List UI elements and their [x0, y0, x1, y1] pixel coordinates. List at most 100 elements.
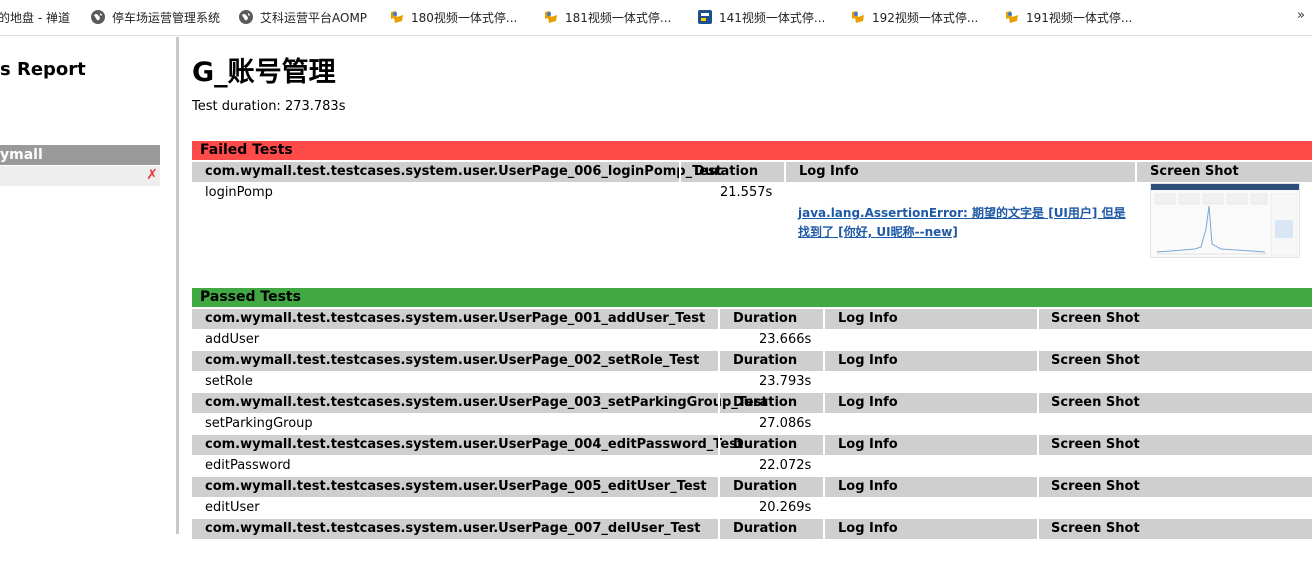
passed-class-header: com.wymall.test.testcases.system.user.Us… — [192, 393, 1312, 413]
sidebar — [0, 37, 176, 534]
class-name: com.wymall.test.testcases.system.user.Us… — [205, 479, 707, 494]
passed-class-header: com.wymall.test.testcases.system.user.Us… — [192, 351, 1312, 371]
column-divider — [718, 351, 720, 371]
failed-class-header: com.wymall.test.testcases.system.user.Us… — [192, 162, 1312, 182]
test-method: editUser — [205, 500, 260, 515]
column-divider — [1037, 309, 1039, 329]
screenshot-header: Screen Shot — [1051, 521, 1140, 536]
column-divider — [1135, 162, 1137, 182]
log-info-header: Log Info — [838, 395, 898, 410]
column-divider — [823, 477, 825, 497]
test-method: addUser — [205, 332, 260, 347]
column-divider — [1037, 393, 1039, 413]
bookmark-icon — [391, 11, 403, 23]
column-divider — [823, 519, 825, 539]
bookmark-label: 192视频一体式停... — [872, 11, 979, 25]
log-info-header: Log Info — [838, 311, 898, 326]
column-divider — [823, 435, 825, 455]
globe-icon — [239, 10, 253, 24]
page-title: G_账号管理 — [192, 57, 336, 88]
duration-header: Duration — [733, 311, 798, 326]
assertion-error-link[interactable]: java.lang.AssertionError: 期望的文字是 [UI用户] … — [798, 204, 1133, 242]
class-name: com.wymall.test.testcases.system.user.Us… — [205, 437, 744, 452]
bookmarks-overflow-chevron-icon[interactable]: » — [1297, 8, 1305, 23]
globe-icon — [91, 10, 105, 24]
test-method: editPassword — [205, 458, 291, 473]
bookmark-item[interactable]: 192视频一体式停... — [850, 9, 978, 27]
sidebar-test-item[interactable]: ✗ — [0, 166, 160, 186]
duration-header: Duration — [733, 437, 798, 452]
bookmark-label: 停车场运营管理系统 — [112, 11, 221, 25]
bookmark-item[interactable]: 180视频一体式停... — [389, 9, 517, 27]
column-divider — [784, 162, 786, 182]
duration-header: Duration — [733, 521, 798, 536]
duration-header: Duration — [733, 479, 798, 494]
column-divider — [718, 477, 720, 497]
passed-test-row — [192, 539, 1312, 561]
passed-class-header: com.wymall.test.testcases.system.user.Us… — [192, 477, 1312, 497]
test-duration-value: 22.072s — [759, 458, 812, 473]
column-divider — [718, 519, 720, 539]
failed-test-row: loginPomp 21.557s — [192, 182, 1312, 204]
passed-test-row: setParkingGroup 27.086s — [192, 413, 1312, 435]
log-info-header: Log Info — [838, 437, 898, 452]
sidebar-suite-header[interactable]: ymall — [0, 145, 160, 165]
bookmark-item[interactable]: 艾科运营平台AOMP — [238, 9, 367, 27]
failure-screenshot-thumbnail[interactable] — [1150, 183, 1300, 258]
screenshot-preview-image — [1151, 184, 1299, 257]
column-divider — [679, 162, 681, 182]
class-name: com.wymall.test.testcases.system.user.Us… — [205, 353, 700, 368]
column-divider — [823, 393, 825, 413]
column-divider — [1037, 435, 1039, 455]
bookmark-item[interactable]: 141视频一体式停... — [697, 9, 825, 27]
test-duration-value: 23.666s — [759, 332, 812, 347]
sidebar-divider[interactable] — [176, 37, 179, 534]
duration-header: Duration — [733, 353, 798, 368]
column-divider — [823, 309, 825, 329]
sidebar-title: s Report — [0, 59, 86, 80]
fail-mark-icon: ✗ — [146, 167, 158, 183]
test-duration-value: 21.557s — [720, 185, 773, 200]
test-duration-value: 23.793s — [759, 374, 812, 389]
bookmark-label: 141视频一体式停... — [719, 11, 826, 25]
duration-header: Duration — [694, 164, 759, 179]
column-divider — [718, 393, 720, 413]
bookmark-icon — [1006, 11, 1018, 23]
passed-test-row: setRole 23.793s — [192, 371, 1312, 393]
log-info-header: Log Info — [838, 521, 898, 536]
screenshot-header: Screen Shot — [1051, 311, 1140, 326]
passed-test-row: editUser 20.269s — [192, 497, 1312, 519]
app-icon — [698, 10, 712, 24]
test-duration-value: 27.086s — [759, 416, 812, 431]
log-info-header: Log Info — [838, 353, 898, 368]
column-divider — [718, 309, 720, 329]
bookmark-item[interactable]: 停车场运营管理系统 — [90, 9, 220, 27]
bookmark-item[interactable]: 的地盘 - 禅道 — [0, 9, 70, 27]
test-method: loginPomp — [205, 185, 273, 200]
screenshot-header: Screen Shot — [1051, 437, 1140, 452]
test-duration: Test duration: 273.783s — [192, 99, 346, 114]
class-name: com.wymall.test.testcases.system.user.Us… — [205, 311, 706, 326]
log-info-header: Log Info — [838, 479, 898, 494]
bookmark-label: 艾科运营平台AOMP — [260, 11, 368, 25]
screenshot-header: Screen Shot — [1051, 395, 1140, 410]
bookmarks-bar: 的地盘 - 禅道 停车场运营管理系统 艾科运营平台AOMP 180视频一体式停.… — [0, 0, 1312, 36]
column-divider — [1037, 351, 1039, 371]
bookmark-icon — [852, 11, 864, 23]
column-divider — [718, 435, 720, 455]
screenshot-header: Screen Shot — [1051, 479, 1140, 494]
test-method: setParkingGroup — [205, 416, 313, 431]
passed-test-row: editPassword 22.072s — [192, 455, 1312, 477]
class-name: com.wymall.test.testcases.system.user.Us… — [205, 164, 723, 179]
bookmark-label: 180视频一体式停... — [411, 11, 518, 25]
bookmark-item[interactable]: 181视频一体式停... — [543, 9, 671, 27]
bookmark-label: 181视频一体式停... — [565, 11, 672, 25]
passed-class-header: com.wymall.test.testcases.system.user.Us… — [192, 435, 1312, 455]
screenshot-header: Screen Shot — [1051, 353, 1140, 368]
test-duration-value: 20.269s — [759, 500, 812, 515]
bookmark-item[interactable]: 191视频一体式停... — [1004, 9, 1132, 27]
duration-header: Duration — [733, 395, 798, 410]
column-divider — [1037, 519, 1039, 539]
column-divider — [1037, 477, 1039, 497]
passed-tests-band: Passed Tests — [192, 288, 1312, 307]
